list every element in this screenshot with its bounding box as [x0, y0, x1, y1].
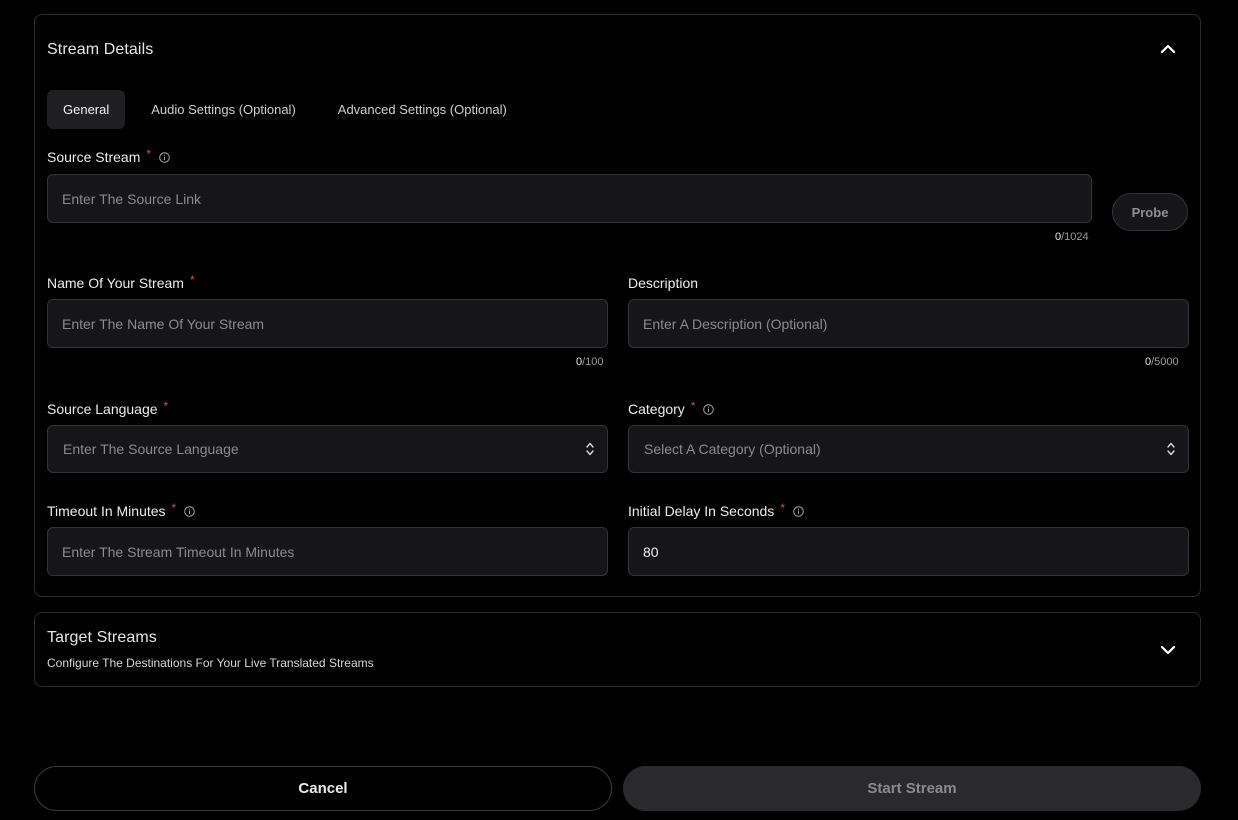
stream-name-label: Name Of Your Stream * [47, 273, 195, 291]
initial-delay-field[interactable] [628, 527, 1189, 576]
source-stream-label: Source Stream * [47, 147, 170, 165]
required-mark: * [189, 273, 195, 287]
timeout-field[interactable] [47, 527, 608, 576]
required-mark: * [146, 147, 152, 161]
source-language-select[interactable]: Enter The Source Language [47, 425, 608, 473]
category-value: Select A Category (Optional) [644, 441, 821, 457]
target-streams-panel[interactable]: Target Streams Configure The Destination… [34, 612, 1201, 687]
source-stream-field[interactable] [47, 174, 1092, 223]
category-select[interactable]: Select A Category (Optional) [628, 425, 1189, 473]
settings-tabs: General Audio Settings (Optional) Advanc… [47, 90, 523, 129]
source-language-label: Source Language * [47, 399, 169, 417]
source-language-value: Enter The Source Language [63, 441, 239, 457]
cancel-button[interactable]: Cancel [34, 766, 612, 811]
chevron-up-icon[interactable] [1158, 39, 1178, 59]
info-icon[interactable] [159, 151, 170, 163]
timeout-input[interactable] [60, 528, 595, 575]
required-mark: * [171, 501, 177, 515]
description-input[interactable] [641, 300, 1176, 347]
category-label: Category * [628, 399, 715, 417]
target-streams-subtitle: Configure The Destinations For Your Live… [47, 656, 374, 670]
timeout-label: Timeout In Minutes * [47, 501, 196, 519]
stream-name-input[interactable] [60, 300, 595, 347]
description-field[interactable] [628, 299, 1189, 348]
info-icon[interactable] [703, 403, 715, 415]
tab-advanced-settings[interactable]: Advanced Settings (Optional) [322, 90, 523, 129]
updown-arrows-icon [1166, 440, 1176, 458]
stream-details-panel: Stream Details General Audio Settings (O… [34, 14, 1201, 597]
probe-button[interactable]: Probe [1112, 193, 1188, 231]
initial-delay-input[interactable] [641, 528, 1176, 575]
start-stream-button[interactable]: Start Stream [623, 766, 1201, 811]
required-mark: * [780, 501, 785, 515]
required-mark: * [690, 399, 696, 413]
source-stream-input[interactable] [60, 175, 1079, 222]
required-mark: * [163, 399, 169, 413]
info-icon[interactable] [793, 505, 804, 517]
initial-delay-label: Initial Delay In Seconds * [628, 501, 804, 519]
tab-general[interactable]: General [47, 90, 126, 129]
tab-audio-settings[interactable]: Audio Settings (Optional) [135, 90, 312, 129]
source-stream-counter: 0/1024 [1055, 231, 1089, 243]
chevron-down-icon[interactable] [1158, 640, 1178, 660]
stream-details-title: Stream Details [47, 41, 154, 58]
stream-name-counter: 0/100 [576, 356, 604, 368]
stream-name-field[interactable] [47, 299, 608, 348]
info-icon[interactable] [184, 505, 196, 517]
description-counter: 0/5000 [1145, 356, 1179, 368]
description-label: Description [628, 275, 699, 291]
target-streams-title: Target Streams [47, 629, 157, 646]
updown-arrows-icon [585, 440, 595, 458]
